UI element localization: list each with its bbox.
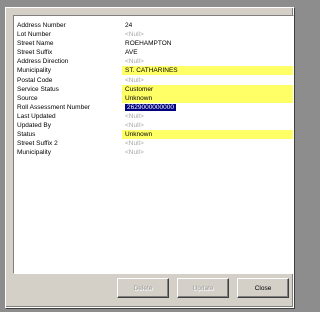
delete-button[interactable]: Delete <box>117 278 169 298</box>
property-label: Street Suffix <box>17 49 53 57</box>
property-row[interactable]: Service Status Customer <box>14 84 293 94</box>
update-button[interactable]: Update <box>177 278 229 298</box>
property-value[interactable]: <Null> <box>122 57 293 66</box>
property-label: Status <box>17 131 36 139</box>
property-label: Street Suffix 2 <box>17 140 58 148</box>
property-row[interactable]: Address Number 24 <box>14 21 293 30</box>
property-row[interactable]: Source Unknown <box>14 93 293 103</box>
property-grid: Address Number 24 Lot Number <Null> Street N… <box>13 15 294 274</box>
property-value[interactable]: Customer <box>122 84 293 94</box>
property-row[interactable]: Address Direction <Null> <box>14 57 293 66</box>
property-row[interactable]: Roll Assessment Number 2629000000000 <box>14 103 293 112</box>
property-row[interactable]: Postal Code <Null> <box>14 76 293 85</box>
property-value[interactable]: <Null> <box>122 112 293 121</box>
properties-dialog: Address Number 24 Lot Number <Null> Street N… <box>5 7 294 308</box>
property-label: Municipality <box>17 149 51 157</box>
button-bar: Delete Update Close <box>117 278 289 300</box>
property-value[interactable]: ST. CATHARINES <box>122 66 293 76</box>
property-value[interactable]: Unknown <box>122 130 293 140</box>
property-value[interactable]: AVE <box>122 48 293 57</box>
property-row[interactable]: Street Suffix AVE <box>14 48 293 57</box>
property-value[interactable]: ROEHAMPTON <box>122 39 293 48</box>
property-label: Address Direction <box>17 58 69 66</box>
property-value[interactable]: 2629000000000 <box>122 103 293 112</box>
property-label: Service Status <box>17 85 59 93</box>
property-label: Updated By <box>17 122 51 130</box>
property-row[interactable]: Updated By <Null> <box>14 121 293 130</box>
property-row[interactable]: Municipality ST. CATHARINES <box>14 66 293 76</box>
property-row[interactable]: Status Unknown <box>14 130 293 140</box>
property-value[interactable]: <Null> <box>122 148 293 157</box>
property-row[interactable]: Street Name ROEHAMPTON <box>14 39 293 48</box>
property-label: Address Number <box>17 22 66 29</box>
property-row[interactable]: Municipality <Null> <box>14 148 293 157</box>
property-rows: Address Number 24 Lot Number <Null> Street N… <box>14 21 293 157</box>
property-label: Street Name <box>17 40 54 48</box>
property-row[interactable]: Lot Number <Null> <box>14 30 293 39</box>
property-value[interactable]: 24 <box>122 21 293 30</box>
property-label: Last Updated <box>17 112 56 120</box>
property-row[interactable]: Last Updated <Null> <box>14 112 293 121</box>
close-button[interactable]: Close <box>237 278 289 298</box>
property-label: Municipality <box>17 67 51 75</box>
property-value[interactable]: Unknown <box>122 93 293 103</box>
selected-value-text[interactable]: 2629000000000 <box>125 103 176 111</box>
property-value[interactable]: <Null> <box>122 121 293 130</box>
property-value[interactable]: <Null> <box>122 139 293 148</box>
property-label: Lot Number <box>17 31 51 39</box>
property-value[interactable]: <Null> <box>122 30 293 39</box>
property-label: Postal Code <box>17 76 53 84</box>
property-label: Roll Assessment Number <box>17 103 90 111</box>
property-value[interactable]: <Null> <box>122 76 293 85</box>
property-label: Source <box>17 94 38 102</box>
property-row[interactable]: Street Suffix 2 <Null> <box>14 139 293 148</box>
